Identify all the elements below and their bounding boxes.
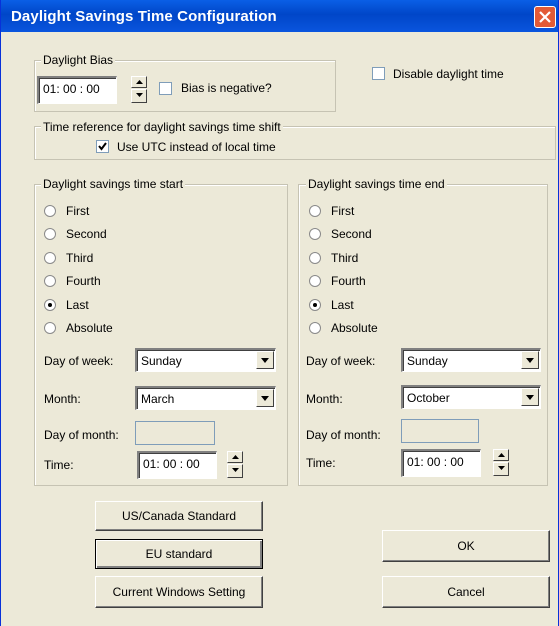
end-option-absolute-radio[interactable] <box>309 322 321 334</box>
end-option-third-radio[interactable] <box>309 251 321 264</box>
us-canada-standard-button[interactable]: US/Canada Standard <box>95 501 263 531</box>
current-windows-setting-button[interactable]: Current Windows Setting <box>95 576 263 608</box>
bias-negative-label: Bias is negative? <box>181 81 272 95</box>
eu-standard-button[interactable]: EU standard <box>95 539 263 569</box>
start-day-of-week-select[interactable]: Sunday <box>135 348 276 372</box>
start-day-of-month-label: Day of month: <box>44 428 119 442</box>
disable-daylight-checkbox[interactable] <box>372 67 385 80</box>
window-title: Daylight Savings Time Configuration <box>11 8 277 25</box>
arrow-up-icon <box>136 80 143 84</box>
start-option-third-radio[interactable] <box>44 251 56 264</box>
end-option-fourth-label: Fourth <box>331 274 366 289</box>
checkmark-icon <box>98 142 107 151</box>
start-option-last-radio[interactable] <box>44 298 56 311</box>
spin-down-button[interactable] <box>227 464 243 478</box>
start-option-third-label: Third <box>66 250 94 265</box>
end-day-of-month-input[interactable] <box>401 419 479 443</box>
end-option-second-label: Second <box>331 227 372 242</box>
end-group-label: Daylight savings time end <box>306 177 447 191</box>
start-option-fourth-label: Fourth <box>66 274 101 289</box>
spin-down-button[interactable] <box>493 462 509 476</box>
end-time-input[interactable]: 01: 00 : 00 <box>401 449 481 477</box>
chevron-down-icon <box>526 395 534 400</box>
end-day-of-month-label: Day of month: <box>306 428 381 442</box>
end-option-last-label: Last <box>331 297 354 312</box>
use-utc-checkbox[interactable] <box>96 140 109 153</box>
start-option-first-radio[interactable] <box>44 205 56 217</box>
dropdown-button[interactable] <box>256 389 274 407</box>
start-day-of-month-input[interactable] <box>135 421 215 445</box>
arrow-up-icon <box>498 453 505 457</box>
start-option-absolute-label: Absolute <box>66 321 113 335</box>
bias-spinner[interactable] <box>131 76 147 104</box>
spin-up-button[interactable] <box>131 76 147 88</box>
end-month-label: Month: <box>306 392 343 406</box>
start-month-label: Month: <box>44 392 81 406</box>
arrow-up-icon <box>232 455 239 459</box>
dropdown-button[interactable] <box>521 388 539 406</box>
end-option-absolute-label: Absolute <box>331 321 378 335</box>
start-month-select[interactable]: March <box>135 386 276 410</box>
end-day-of-week-label: Day of week: <box>306 354 376 368</box>
start-group-label: Daylight savings time start <box>41 177 186 191</box>
chevron-down-icon <box>526 358 534 363</box>
use-utc-label: Use UTC instead of local time <box>117 140 276 154</box>
end-month-select[interactable]: October <box>401 385 541 409</box>
end-time-label: Time: <box>306 456 336 470</box>
arrow-down-icon <box>136 93 143 97</box>
chevron-down-icon <box>261 358 269 363</box>
spin-up-button[interactable] <box>493 449 509 461</box>
title-bar[interactable]: Daylight Savings Time Configuration <box>1 0 558 32</box>
end-option-first-label: First <box>331 204 355 218</box>
dropdown-button[interactable] <box>256 351 274 369</box>
ok-button[interactable]: OK <box>382 530 550 562</box>
bias-time-input[interactable]: 01: 00 : 00 <box>37 76 117 104</box>
bias-group-label: Daylight Bias <box>41 53 116 67</box>
end-option-last-radio[interactable] <box>309 298 321 311</box>
start-time-label: Time: <box>44 458 74 472</box>
arrow-down-icon <box>232 468 239 472</box>
close-icon <box>539 11 551 23</box>
close-button[interactable] <box>534 6 556 28</box>
chevron-down-icon <box>261 396 269 401</box>
start-option-second-label: Second <box>66 227 107 242</box>
disable-daylight-label: Disable daylight time <box>393 67 504 81</box>
start-option-last-label: Last <box>66 297 89 312</box>
dropdown-button[interactable] <box>521 351 539 369</box>
start-time-input[interactable]: 01: 00 : 00 <box>137 451 217 479</box>
cancel-button[interactable]: Cancel <box>382 576 550 608</box>
reference-group-label: Time reference for daylight savings time… <box>41 120 283 134</box>
end-option-first-radio[interactable] <box>309 205 321 217</box>
end-time-spinner[interactable] <box>493 449 509 477</box>
start-option-first-label: First <box>66 204 90 218</box>
start-time-spinner[interactable] <box>227 451 243 479</box>
dialog-window: Daylight Savings Time Configuration Dayl… <box>0 0 559 626</box>
spin-down-button[interactable] <box>131 89 147 103</box>
bias-negative-checkbox[interactable] <box>159 82 172 95</box>
start-day-of-week-label: Day of week: <box>44 354 114 368</box>
end-option-third-label: Third <box>331 250 359 265</box>
start-option-absolute-radio[interactable] <box>44 322 56 334</box>
arrow-down-icon <box>498 466 505 470</box>
end-day-of-week-select[interactable]: Sunday <box>401 348 541 372</box>
spin-up-button[interactable] <box>227 451 243 463</box>
